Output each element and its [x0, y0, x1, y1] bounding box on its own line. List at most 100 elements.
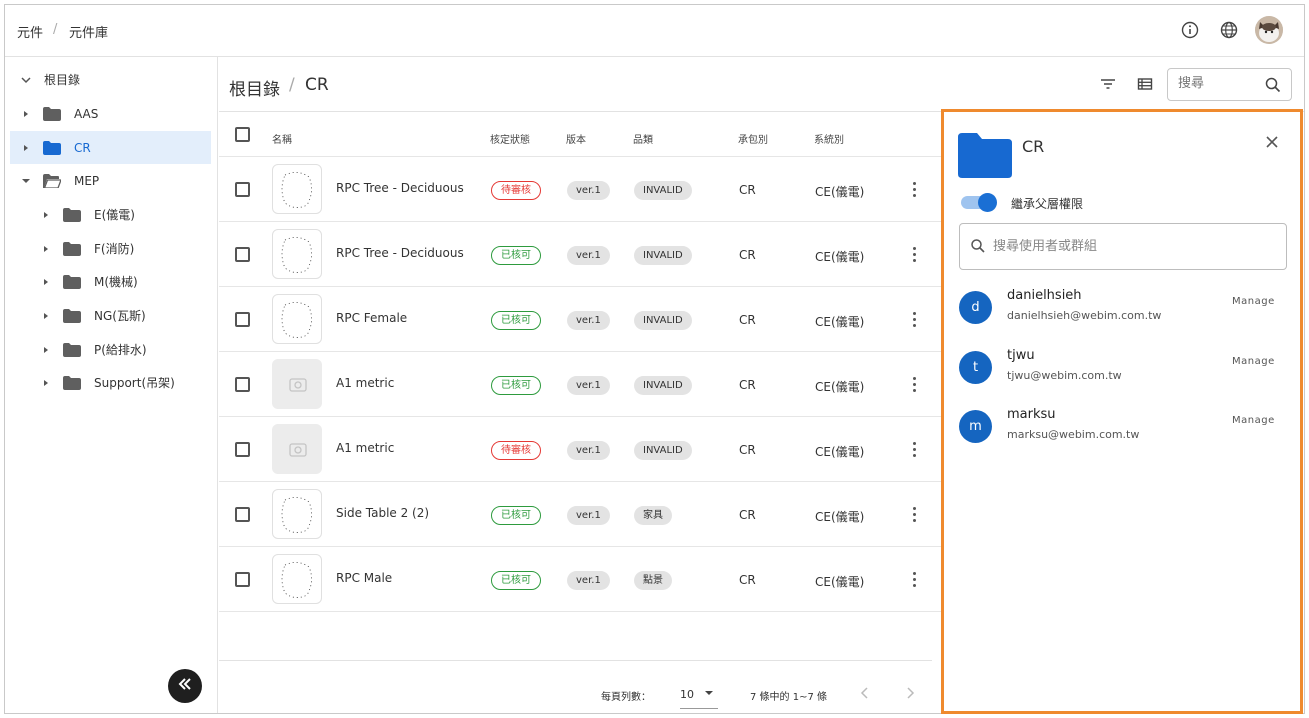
double-chevron-left-icon — [177, 676, 193, 696]
avatar: t — [959, 351, 992, 384]
file-name[interactable]: Side Table 2 (2) — [336, 506, 429, 520]
file-name[interactable]: RPC Female — [336, 311, 407, 325]
toggle-knob — [978, 193, 997, 212]
thumbnail — [272, 229, 322, 279]
caret-right-icon[interactable] — [19, 107, 33, 121]
globe-icon[interactable] — [1218, 19, 1240, 41]
caret-down-icon — [704, 683, 714, 702]
tree-item-cr[interactable]: CR — [10, 131, 211, 164]
more-vert-icon[interactable] — [912, 442, 918, 458]
file-name[interactable]: RPC Tree - Deciduous — [336, 181, 464, 195]
user-email: marksu@webim.com.tw — [1007, 428, 1140, 441]
caret-right-icon[interactable] — [39, 309, 53, 323]
row-checkbox[interactable] — [235, 442, 250, 457]
avatar: m — [959, 410, 992, 443]
user-item: t tjwu tjwu@webim.com.tw Manage — [959, 348, 1289, 398]
caret-right-icon[interactable] — [19, 141, 33, 155]
list-view-icon[interactable] — [1136, 75, 1154, 97]
manage-button[interactable]: Manage — [1232, 296, 1275, 307]
search-icon[interactable] — [1264, 76, 1282, 98]
tree-item-e[interactable]: E(儀電) — [39, 198, 214, 231]
table-row[interactable]: RPC Male 已核可 ver.1 點景 CR CE(儀電) — [219, 547, 942, 612]
more-vert-icon[interactable] — [912, 312, 918, 328]
tree-root[interactable]: 根目錄 — [19, 63, 214, 96]
table-row[interactable]: RPC Tree - Deciduous 待審核 ver.1 INVALID CR CE(… — [219, 157, 942, 222]
category-chip: INVALID — [634, 246, 692, 265]
caret-right-icon[interactable] — [39, 208, 53, 222]
breadcrumb-item-library[interactable]: 元件庫 — [69, 22, 108, 41]
column-header-status[interactable]: 核定狀態 — [490, 131, 530, 146]
tree-item-f[interactable]: F(消防) — [39, 232, 214, 265]
file-name[interactable]: RPC Male — [336, 571, 392, 585]
manage-button[interactable]: Manage — [1232, 356, 1275, 367]
file-search-input[interactable] — [1178, 76, 1258, 91]
system-cell: CE(儀電) — [815, 250, 865, 264]
caret-right-icon[interactable] — [39, 343, 53, 357]
row-checkbox[interactable] — [235, 182, 250, 197]
version-chip: ver.1 — [567, 246, 610, 265]
filter-icon[interactable] — [1099, 75, 1117, 97]
tree-item-mep[interactable]: MEP — [19, 164, 214, 197]
category-chip: INVALID — [634, 441, 692, 460]
table-row[interactable]: A1 metric 待審核 ver.1 INVALID CR CE(儀電) — [219, 417, 942, 482]
category-chip: 點景 — [634, 571, 672, 590]
file-name[interactable]: RPC Tree - Deciduous — [336, 246, 464, 260]
collapse-sidebar-button[interactable] — [168, 669, 202, 703]
caret-right-icon[interactable] — [39, 242, 53, 256]
breadcrumb-item-components[interactable]: 元件 — [17, 22, 43, 41]
folder-icon — [63, 375, 81, 390]
table-row[interactable]: A1 metric 已核可 ver.1 INVALID CR CE(儀電) — [219, 352, 942, 417]
avatar[interactable] — [1255, 16, 1283, 44]
file-name[interactable]: A1 metric — [336, 441, 394, 455]
row-checkbox[interactable] — [235, 377, 250, 392]
column-header-system[interactable]: 系統別 — [814, 131, 844, 146]
info-icon[interactable] — [1179, 19, 1201, 41]
column-header-name[interactable]: 名稱 — [272, 131, 292, 146]
rows-per-page-select[interactable]: 10 — [680, 679, 718, 709]
file-name[interactable]: A1 metric — [336, 376, 394, 390]
row-checkbox[interactable] — [235, 507, 250, 522]
more-vert-icon[interactable] — [912, 247, 918, 263]
tree-item-aas[interactable]: AAS — [19, 97, 214, 130]
category-chip: INVALID — [634, 181, 692, 200]
row-checkbox[interactable] — [235, 312, 250, 327]
contractor-cell: CR — [739, 443, 756, 457]
tree-item-p[interactable]: P(給排水) — [39, 333, 214, 366]
user-name: marksu — [1007, 407, 1056, 422]
inherit-permissions-toggle[interactable] — [961, 193, 997, 212]
path-root[interactable]: 根目錄 — [229, 75, 280, 100]
table-row[interactable]: RPC Tree - Deciduous 已核可 ver.1 INVALID CR CE(… — [219, 222, 942, 287]
tree-item-support[interactable]: Support(吊架) — [39, 366, 214, 399]
table-row[interactable]: Side Table 2 (2) 已核可 ver.1 家具 CR CE(儀電) — [219, 482, 942, 547]
caret-right-icon[interactable] — [39, 275, 53, 289]
column-header-version[interactable]: 版本 — [566, 131, 586, 146]
more-vert-icon[interactable] — [912, 377, 918, 393]
category-chip: INVALID — [634, 376, 692, 395]
more-vert-icon[interactable] — [912, 182, 918, 198]
row-checkbox[interactable] — [235, 572, 250, 587]
tree-item-label: MEP — [74, 173, 100, 188]
user-search-input[interactable] — [993, 239, 1253, 254]
status-badge: 待審核 — [491, 441, 541, 460]
table-row[interactable]: RPC Female 已核可 ver.1 INVALID CR CE(儀電) — [219, 287, 942, 352]
column-header-contractor[interactable]: 承包別 — [738, 131, 768, 146]
select-all-checkbox[interactable] — [235, 127, 250, 142]
more-vert-icon[interactable] — [912, 507, 918, 523]
caret-down-icon[interactable] — [19, 174, 33, 188]
next-page-icon[interactable] — [904, 685, 916, 704]
system-cell: CE(儀電) — [815, 380, 865, 394]
tree-root-label: 根目錄 — [44, 73, 81, 87]
prev-page-icon[interactable] — [859, 685, 871, 704]
close-icon[interactable] — [1264, 134, 1280, 154]
manage-button[interactable]: Manage — [1232, 415, 1275, 426]
row-checkbox[interactable] — [235, 247, 250, 262]
more-vert-icon[interactable] — [912, 572, 918, 588]
tree-item-ng[interactable]: NG(瓦斯) — [39, 299, 214, 332]
system-cell: CE(儀電) — [815, 445, 865, 459]
tree-item-m[interactable]: M(機械) — [39, 265, 214, 298]
caret-right-icon[interactable] — [39, 376, 53, 390]
chevron-down-icon[interactable] — [19, 73, 33, 87]
contractor-cell: CR — [739, 573, 756, 587]
contractor-cell: CR — [739, 313, 756, 327]
column-header-category[interactable]: 品類 — [633, 131, 653, 146]
